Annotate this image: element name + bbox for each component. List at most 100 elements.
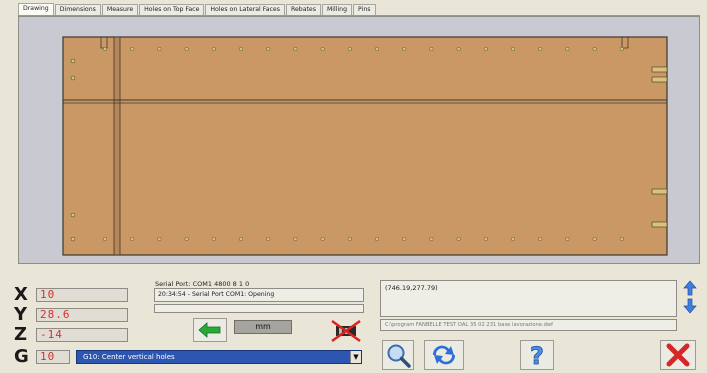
gcode-select[interactable]: G10: Center vertical holes ▼ — [76, 349, 362, 364]
panel-hole — [565, 47, 570, 52]
close-button[interactable] — [660, 340, 696, 370]
panel-hole — [483, 236, 488, 241]
y-coordinate-row: Y 28.6 — [14, 304, 128, 325]
left-hole-mid — [70, 75, 76, 81]
panel-hole — [511, 236, 516, 241]
panel-hole — [184, 47, 189, 52]
right-slot-top-2 — [651, 76, 668, 83]
x-coordinate-row: X 10 — [14, 284, 128, 305]
serial-log: 20:34:54 - Serial Port COM1: Opening — [154, 288, 364, 302]
magnifier-icon — [387, 344, 411, 368]
panel-hole — [266, 47, 271, 52]
tab-pins[interactable]: Pins — [353, 4, 376, 15]
panel-hole — [429, 47, 434, 52]
gcode-select-value: G10: Center vertical holes — [83, 352, 175, 361]
left-hole-low — [70, 212, 76, 218]
red-x-icon — [666, 343, 690, 367]
tab-holes-top-face[interactable]: Holes on Top Face — [139, 4, 205, 15]
panel-hole — [619, 47, 624, 52]
question-mark-icon: ? — [530, 342, 545, 368]
y-axis-label: Y — [14, 304, 28, 325]
tab-holes-lateral-faces[interactable]: Holes on Lateral Faces — [205, 4, 285, 15]
panel-hole — [184, 236, 189, 241]
panel-hole — [456, 236, 461, 241]
panel-hole — [402, 47, 407, 52]
panel-hole — [320, 236, 325, 241]
tab-bar: Drawing Dimensions Measure Holes on Top … — [18, 3, 700, 16]
tab-measure[interactable]: Measure — [101, 4, 139, 15]
panel-hole — [211, 47, 216, 52]
panel-hole — [538, 47, 543, 52]
panel-hole — [293, 236, 298, 241]
unit-indicator: mm — [234, 320, 292, 334]
z-coordinate-row: Z -14 — [14, 324, 128, 345]
help-button[interactable]: ? — [520, 340, 554, 370]
panel-hole — [130, 47, 135, 52]
left-hole-bottom — [70, 236, 76, 242]
panel-hole — [592, 236, 597, 241]
blue-up-arrow-icon — [683, 280, 697, 296]
panel-hole — [347, 47, 352, 52]
serial-disconnected-icon — [331, 319, 361, 343]
svg-text:?: ? — [530, 342, 544, 368]
cursor-coordinates: (746.19,277.79) — [385, 284, 438, 292]
panel-hole — [375, 236, 380, 241]
panel-hole — [320, 47, 325, 52]
back-button[interactable] — [193, 318, 227, 342]
file-path: C:\program FANBELLE TEST DAL 35 02 231 b… — [385, 322, 554, 328]
panel-left-edge-strip — [113, 36, 121, 256]
chevron-down-icon[interactable]: ▼ — [350, 350, 361, 363]
panel-hole — [511, 47, 516, 52]
x-value-field[interactable]: 10 — [36, 287, 128, 302]
tab-dimensions[interactable]: Dimensions — [54, 4, 101, 15]
panel-hole — [483, 47, 488, 52]
panel-hole — [402, 236, 407, 241]
panel-hole — [211, 236, 216, 241]
serial-port-label: Serial Port: COM1 4800 8 1 0 — [155, 280, 250, 288]
tab-milling[interactable]: Milling — [321, 4, 353, 15]
panel-hole — [538, 236, 543, 241]
z-axis-label: Z — [14, 324, 28, 345]
scroll-up-button[interactable] — [681, 280, 699, 296]
panel-hole — [157, 236, 162, 241]
serial-toggle-button[interactable] — [328, 318, 364, 344]
refresh-button[interactable] — [424, 340, 464, 370]
g-label: G — [14, 346, 29, 367]
z-value-field[interactable]: -14 — [36, 327, 128, 342]
wood-panel — [62, 36, 668, 256]
panel-hole — [266, 236, 271, 241]
panel-hole — [456, 47, 461, 52]
drawing-viewport[interactable] — [18, 16, 700, 264]
panel-hole — [592, 47, 597, 52]
gcode-value-field[interactable]: 10 — [36, 349, 70, 364]
y-value-field[interactable]: 28.6 — [36, 307, 128, 322]
right-slot-bottom — [651, 188, 668, 195]
scroll-down-button[interactable] — [681, 298, 699, 314]
panel-hole — [157, 47, 162, 52]
panel-hole — [375, 47, 380, 52]
panel-hole — [238, 236, 243, 241]
gcode-row: G 10 G10: Center vertical holes ▼ — [14, 346, 362, 367]
right-slot-bottom-2 — [651, 221, 668, 228]
file-path-bar: C:\program FANBELLE TEST DAL 35 02 231 b… — [380, 319, 677, 331]
panel-hole — [429, 236, 434, 241]
panel-hole — [130, 236, 135, 241]
panel-hole — [293, 47, 298, 52]
panel-hole — [238, 47, 243, 52]
tab-rebates[interactable]: Rebates — [285, 4, 321, 15]
panel-hole — [619, 236, 624, 241]
panel-drawing — [62, 36, 668, 256]
panel-hole — [347, 236, 352, 241]
panel-hole — [565, 236, 570, 241]
green-left-arrow-icon — [198, 322, 221, 338]
tab-drawing[interactable]: Drawing — [18, 3, 54, 15]
left-hole-top — [70, 58, 76, 64]
blue-down-arrow-icon — [683, 298, 697, 314]
panel-hole — [102, 47, 107, 52]
zoom-button[interactable] — [382, 340, 414, 370]
panel-hole — [102, 236, 107, 241]
x-axis-label: X — [14, 284, 28, 305]
serial-progress-bar — [154, 304, 364, 313]
refresh-icon — [432, 345, 456, 365]
cursor-coordinates-panel: (746.19,277.79) — [380, 280, 677, 317]
